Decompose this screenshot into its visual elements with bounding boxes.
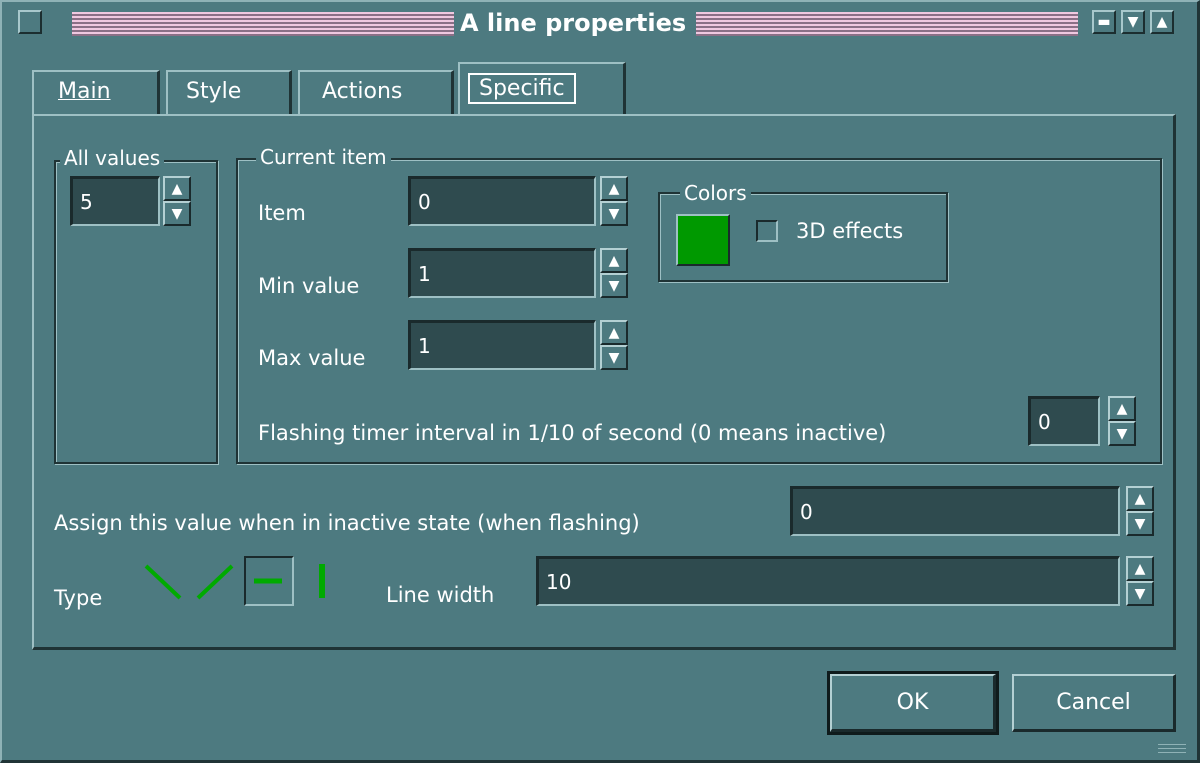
- spin-up-button[interactable]: ▲: [1126, 556, 1154, 581]
- spin-down-button[interactable]: ▼: [1126, 581, 1154, 606]
- maximize-button[interactable]: ▲: [1150, 10, 1174, 34]
- titlebar-stripes-right[interactable]: [696, 12, 1078, 36]
- 3d-effects-checkbox[interactable]: [756, 220, 778, 242]
- down-arrow-icon: ▼: [1127, 14, 1139, 30]
- minimize-icon: ▬: [1097, 14, 1111, 30]
- all-values-field[interactable]: 5: [70, 176, 160, 226]
- tab-specific[interactable]: Specific: [458, 62, 626, 114]
- ok-button[interactable]: OK: [827, 671, 999, 735]
- diagonal-up-icon[interactable]: [194, 560, 236, 602]
- line-width-field[interactable]: 10: [536, 556, 1120, 606]
- colors-legend: Colors: [680, 181, 751, 205]
- window-menu-button[interactable]: [18, 10, 42, 34]
- spin-up-button[interactable]: ▲: [600, 248, 628, 273]
- line-color-swatch[interactable]: [676, 214, 730, 266]
- min-value-field[interactable]: 1: [408, 248, 596, 298]
- resize-grip[interactable]: [1158, 744, 1186, 756]
- horizontal-line-icon[interactable]: [244, 556, 294, 606]
- tab-actions-label: Actions: [322, 79, 403, 104]
- current-item-legend: Current item: [256, 145, 391, 169]
- type-label: Type: [54, 586, 103, 610]
- spin-up-button[interactable]: ▲: [600, 320, 628, 345]
- item-field[interactable]: 0: [408, 176, 596, 226]
- tab-main-label: Main: [58, 79, 111, 104]
- spin-down-button[interactable]: ▼: [163, 201, 191, 226]
- all-values-legend: All values: [60, 146, 165, 170]
- tab-style-label: Style: [186, 79, 242, 104]
- item-spinner[interactable]: ▲ ▼: [600, 176, 628, 226]
- spin-down-button[interactable]: ▼: [1126, 511, 1154, 536]
- window-title: A line properties: [460, 9, 687, 37]
- inactive-value-field[interactable]: 0: [790, 486, 1120, 536]
- 3d-effects-label: 3D effects: [796, 219, 904, 243]
- max-value-label: Max value: [258, 346, 366, 370]
- cancel-button[interactable]: Cancel: [1012, 674, 1176, 732]
- tab-specific-label: Specific: [468, 73, 576, 104]
- spin-up-button[interactable]: ▲: [1108, 396, 1136, 421]
- line-width-spinner[interactable]: ▲ ▼: [1126, 556, 1154, 606]
- up-arrow-icon: ▲: [1156, 14, 1168, 30]
- item-label: Item: [258, 201, 306, 225]
- spin-down-button[interactable]: ▼: [600, 273, 628, 298]
- min-value-spinner[interactable]: ▲ ▼: [600, 248, 628, 298]
- spin-down-button[interactable]: ▼: [1108, 421, 1136, 446]
- tab-main[interactable]: Main: [32, 70, 160, 116]
- flash-interval-label: Flashing timer interval in 1/10 of secon…: [258, 421, 887, 445]
- diagonal-down-icon[interactable]: [142, 560, 184, 602]
- spin-down-button[interactable]: ▼: [600, 345, 628, 370]
- max-value-field[interactable]: 1: [408, 320, 596, 370]
- flash-interval-spinner[interactable]: ▲ ▼: [1108, 396, 1136, 446]
- spin-up-button[interactable]: ▲: [163, 176, 191, 201]
- spin-up-button[interactable]: ▲: [600, 176, 628, 201]
- inactive-value-spinner[interactable]: ▲ ▼: [1126, 486, 1154, 536]
- spin-up-button[interactable]: ▲: [1126, 486, 1154, 511]
- min-value-label: Min value: [258, 274, 360, 298]
- line-width-label: Line width: [386, 583, 495, 607]
- vertical-line-icon[interactable]: [302, 560, 344, 602]
- flash-interval-field[interactable]: 0: [1028, 396, 1100, 446]
- all-values-spinner[interactable]: ▲ ▼: [163, 176, 191, 226]
- shade-button[interactable]: ▼: [1121, 10, 1145, 34]
- max-value-spinner[interactable]: ▲ ▼: [600, 320, 628, 370]
- titlebar-stripes-left[interactable]: [72, 12, 454, 36]
- spin-down-button[interactable]: ▼: [600, 201, 628, 226]
- tab-actions[interactable]: Actions: [298, 70, 454, 116]
- minimize-button[interactable]: ▬: [1092, 10, 1116, 34]
- tab-style[interactable]: Style: [166, 70, 292, 116]
- inactive-value-label: Assign this value when in inactive state…: [54, 511, 640, 535]
